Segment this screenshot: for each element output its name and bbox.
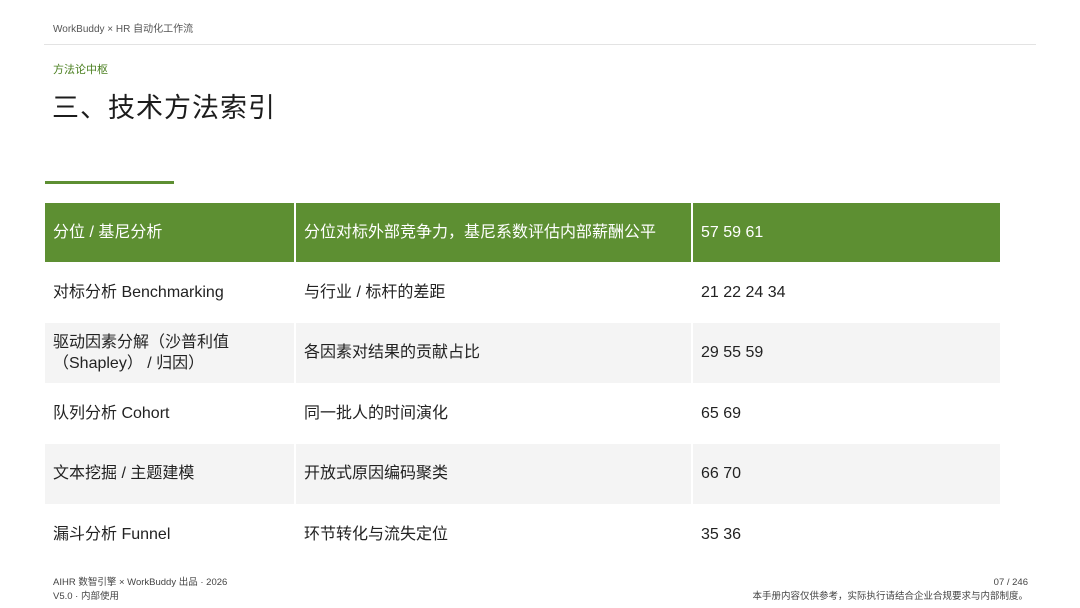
title-accent-rule — [45, 181, 174, 184]
page-refs-cell: 21 22 24 34 — [701, 283, 786, 301]
table-row-highlight: 分位 / 基尼分析 分位对标外部竞争力，基尼系数评估内部薪酬公平 57 59 6… — [45, 203, 1000, 262]
method-cell: 文本挖掘 / 主题建模 — [45, 443, 296, 504]
page-refs-cell: 29 55 59 — [692, 322, 1000, 383]
method-cell: 分位 / 基尼分析 — [45, 203, 296, 262]
footer-disclaimer: 本手册内容仅供参考，实际执行请结合企业合规要求与内部制度。 — [752, 591, 1028, 602]
page-refs-cell: 65 69 — [701, 404, 742, 422]
purpose-cell: 环节转化与流失定位 — [295, 504, 693, 565]
page-refs-cell: 57 59 61 — [692, 203, 1000, 262]
table-row: 驱动因素分解（沙普利值（Shapley） / 归因） 各因素对结果的贡献占比 2… — [45, 322, 1000, 383]
purpose-cell: 各因素对结果的贡献占比 — [295, 322, 693, 383]
purpose-cell: 与行业 / 标杆的差距 — [295, 262, 693, 323]
header-divider — [44, 44, 1036, 45]
method-cell: 驱动因素分解（沙普利值（Shapley） / 归因） — [45, 322, 296, 383]
page-title: 三、技术方法索引 — [52, 93, 276, 124]
section-eyebrow: 方法论中枢 — [53, 64, 108, 76]
methods-index-table: 分位 / 基尼分析 分位对标外部竞争力，基尼系数评估内部薪酬公平 57 59 6… — [45, 203, 1000, 565]
purpose-cell: 分位对标外部竞争力，基尼系数评估内部薪酬公平 — [295, 203, 693, 262]
purpose-cell: 同一批人的时间演化 — [295, 383, 693, 444]
page-refs-cell: 35 36 — [701, 525, 742, 543]
footer-version: V5.0 · 内部使用 — [53, 591, 119, 602]
table-row: 队列分析 Cohort 同一批人的时间演化 65 69 — [45, 383, 1000, 444]
footer-meta: 07 / 246 本手册内容仅供参考，实际执行请结合企业合规要求与内部制度。 — [752, 576, 1028, 604]
running-header: WorkBuddy × HR 自动化工作流 — [53, 24, 194, 35]
method-cell: 漏斗分析 Funnel — [45, 504, 296, 565]
table-row: 对标分析 Benchmarking 与行业 / 标杆的差距 21 22 24 3… — [45, 262, 1000, 323]
page-refs-cell: 66 70 — [692, 443, 1000, 504]
method-cell: 对标分析 Benchmarking — [45, 262, 296, 323]
table-row: 漏斗分析 Funnel 环节转化与流失定位 35 36 — [45, 504, 1000, 565]
footer-publisher: AIHR 数智引擎 × WorkBuddy 出品 · 2026 — [53, 577, 228, 588]
method-cell: 队列分析 Cohort — [45, 383, 296, 444]
page-number: 07 / 246 — [993, 577, 1028, 588]
table-row: 文本挖掘 / 主题建模 开放式原因编码聚类 66 70 — [45, 443, 1000, 504]
footer-credits: AIHR 数智引擎 × WorkBuddy 出品 · 2026 V5.0 · 内… — [53, 576, 227, 604]
purpose-cell: 开放式原因编码聚类 — [295, 443, 693, 504]
